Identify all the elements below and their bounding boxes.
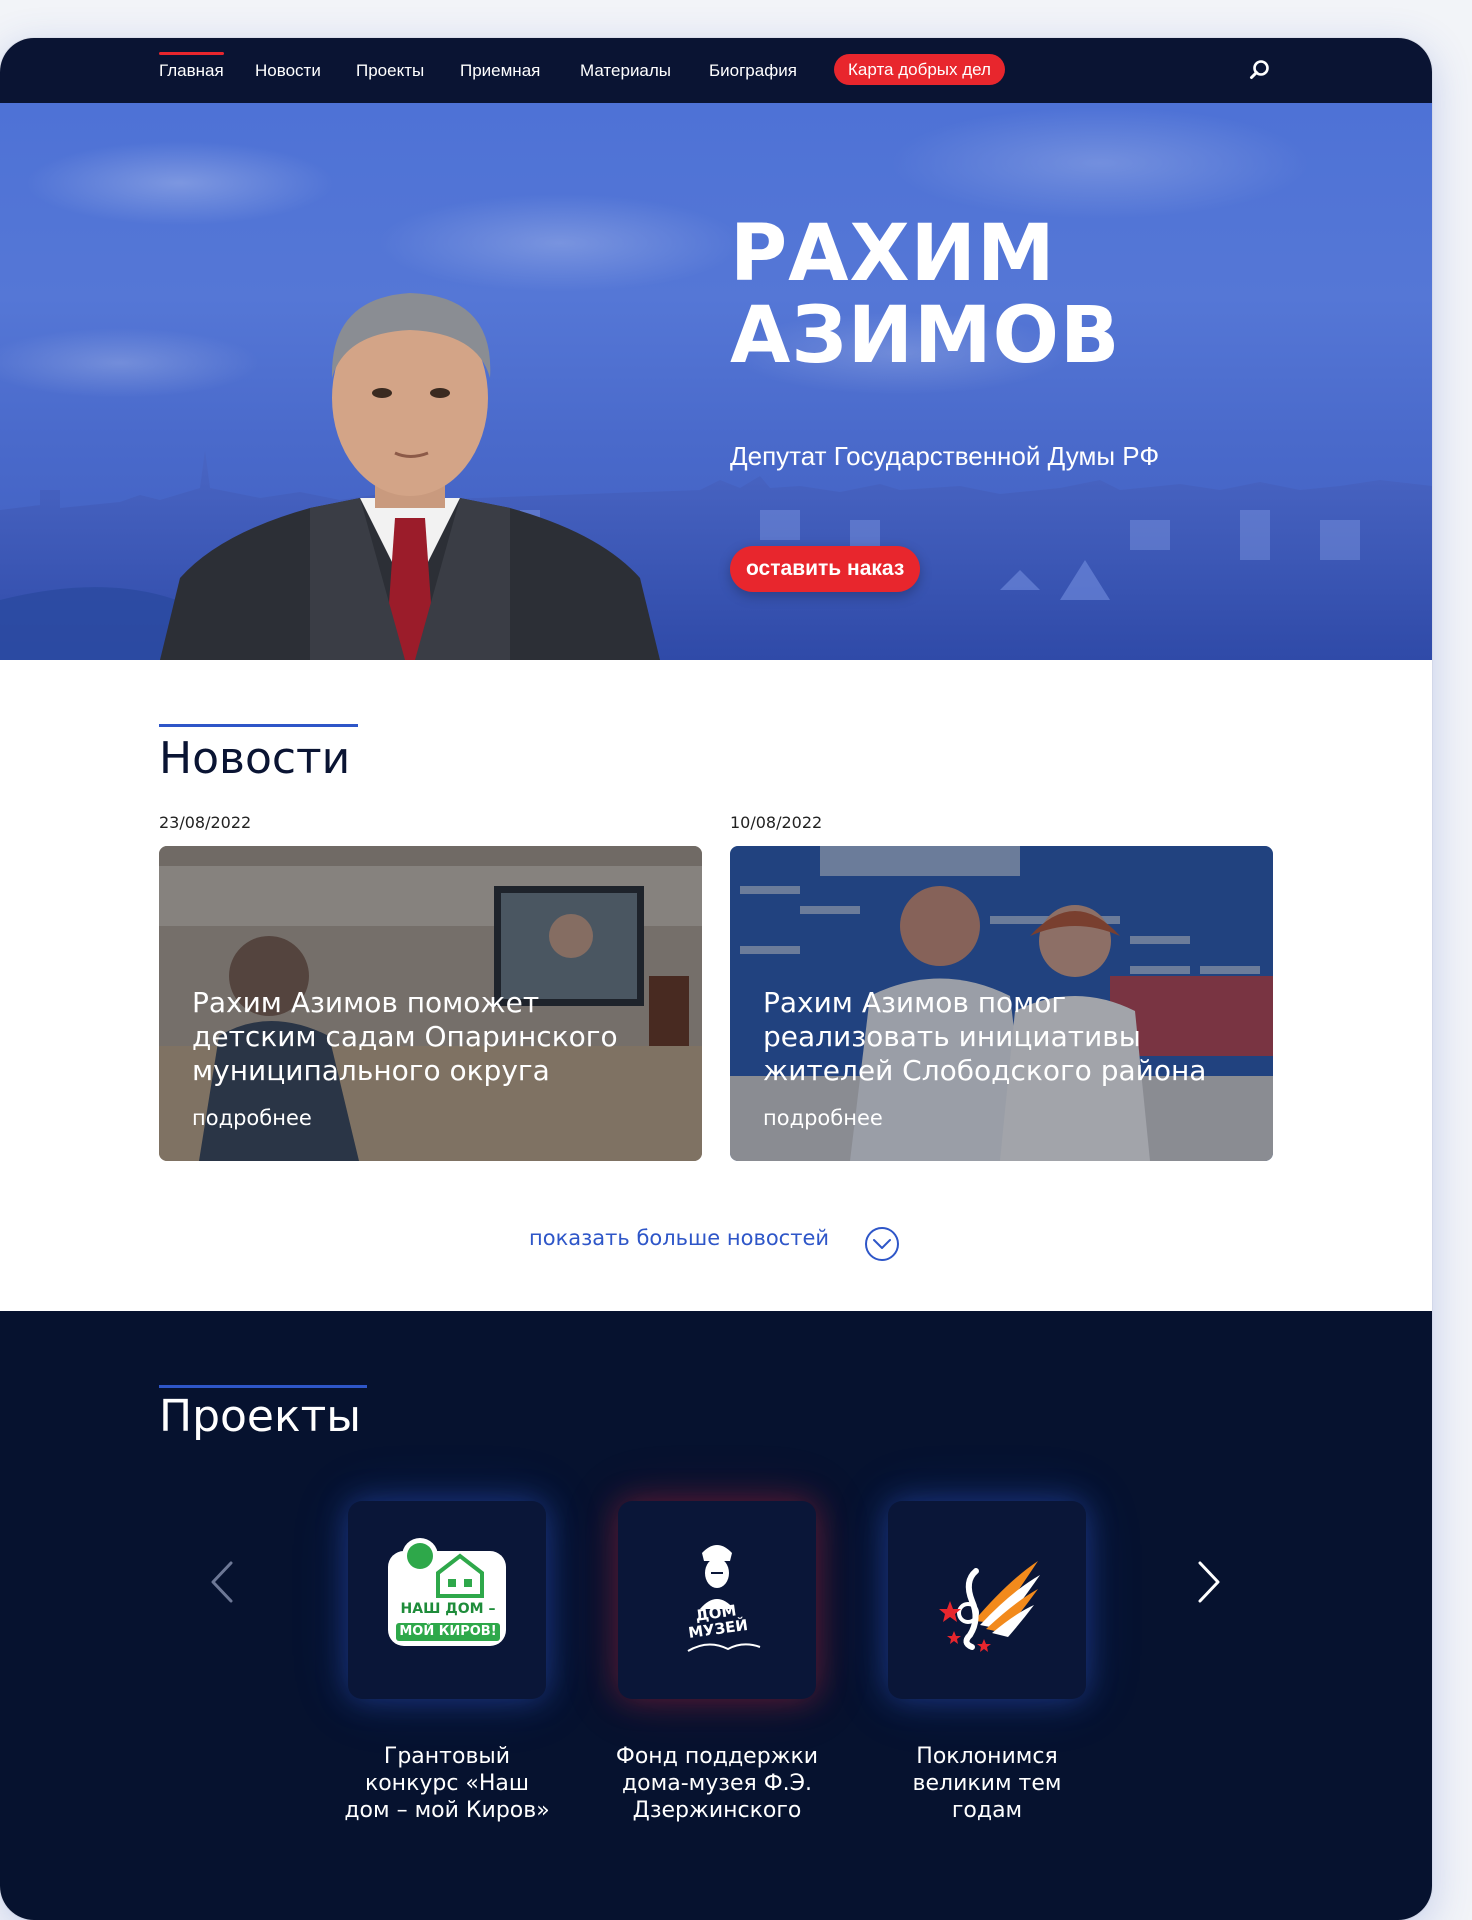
news-card-1[interactable]: Рахим Азимов поможет детским садам Опари… [159, 846, 702, 1161]
music-ribbon-logo [939, 1561, 1040, 1652]
project-label-dom-muzey[interactable]: Фонд поддержки дома-музея Ф.Э. Дзержинск… [612, 1743, 822, 1824]
news-card-more-link-1[interactable]: подробнее [192, 1106, 312, 1130]
hero-banner: РАХИМ АЗИМОВ Депутат Государственной Дум… [0, 103, 1432, 660]
project-tile-dom-muzey[interactable]: ДОМ МУЗЕЙ [618, 1501, 816, 1699]
nav-item-news[interactable]: Новости [255, 54, 321, 88]
projects-heading: Проекты [159, 1391, 361, 1442]
news-card-2[interactable]: Рахим Азимов помог реализовать инициатив… [730, 846, 1273, 1161]
chevron-left-icon[interactable] [205, 1557, 239, 1607]
nav-item-projects[interactable]: Проекты [356, 54, 424, 88]
projects-heading-bar [159, 1385, 367, 1388]
news-date-1: 23/08/2022 [159, 813, 252, 832]
dom-muzey-logo [687, 1545, 761, 1652]
hero-name-line-2: АЗИМОВ [730, 291, 1121, 381]
news-date-2: 10/08/2022 [730, 813, 823, 832]
top-navigation: Главная Новости Проекты Приемная Материа… [0, 38, 1432, 103]
hero-name: РАХИМ АЗИМОВ [730, 213, 1120, 377]
news-heading-bar [159, 724, 358, 727]
nav-item-materials[interactable]: Материалы [580, 54, 671, 88]
hero-name-line-1: РАХИМ [730, 209, 1056, 299]
news-card-title-1: Рахим Азимов поможет детским садам Опари… [192, 986, 618, 1087]
hero-subtitle: Депутат Государственной Думы РФ [730, 441, 1160, 471]
project-label-nash-dom[interactable]: Грантовый конкурс «Наш дом – мой Киров» [342, 1743, 552, 1824]
news-card-title-2: Рахим Азимов помог реализовать инициатив… [763, 986, 1207, 1087]
leave-mandate-button[interactable]: оставить наказ [730, 546, 921, 592]
chevron-down-circle-icon[interactable] [864, 1226, 900, 1262]
page-frame: Главная Новости Проекты Приемная Материа… [0, 38, 1432, 1920]
news-card-more-link-2[interactable]: подробнее [763, 1106, 883, 1130]
project-tile-poklonimsya[interactable] [888, 1501, 1086, 1699]
projects-section: Проекты НАШ ДОМ – МОЙ КИРОВ! ДОМ МУЗЕЙ Г… [0, 1311, 1432, 1920]
chevron-right-icon[interactable] [1192, 1557, 1226, 1607]
show-more-news-link[interactable]: показать больше новостей [529, 1226, 829, 1250]
nash-dom-logo-text-1: НАШ ДОМ – [400, 1601, 496, 1617]
search-icon[interactable] [1248, 58, 1272, 82]
nav-item-reception[interactable]: Приемная [460, 54, 540, 88]
nav-good-deeds-map-button[interactable]: Карта добрых дел [834, 54, 1005, 85]
nash-dom-logo-text-2: МОЙ КИРОВ! [399, 1624, 497, 1639]
nav-item-home[interactable]: Главная [159, 52, 224, 88]
news-heading: Новости [159, 733, 351, 784]
deputy-portrait [160, 293, 660, 660]
project-tile-nash-dom[interactable]: НАШ ДОМ – МОЙ КИРОВ! [348, 1501, 546, 1699]
project-label-poklonimsya[interactable]: Поклонимся великим тем годам [882, 1743, 1092, 1824]
nash-dom-logo [388, 1538, 506, 1646]
nav-item-biography[interactable]: Биография [709, 54, 797, 88]
